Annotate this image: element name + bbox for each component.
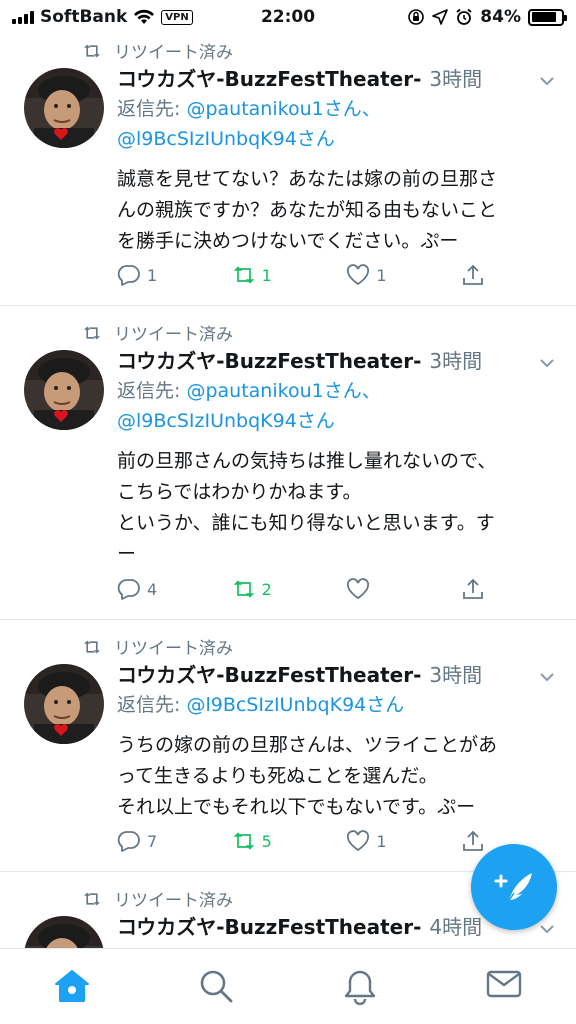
chevron-down-icon[interactable]	[538, 668, 556, 686]
reply-to: 返信先: @pautanikou1さん、 @l9BcSIzIUnbqK94さん	[117, 98, 381, 150]
like-button[interactable]	[346, 578, 446, 600]
share-icon	[463, 578, 483, 599]
reply-icon	[117, 831, 140, 852]
orientation-lock-icon	[408, 9, 425, 25]
share-button[interactable]	[461, 264, 487, 286]
reply-button[interactable]: 4	[117, 578, 217, 600]
reply-count: 1	[147, 265, 158, 285]
like-count: 1	[376, 265, 387, 285]
tab-home[interactable]	[47, 969, 97, 1009]
heart-icon	[347, 830, 370, 852]
retweeted-indicator: リツイート済み	[82, 886, 233, 911]
wifi-icon	[134, 9, 155, 24]
tweet-text: うちの嫁の前の旦那さんは、ツライことがあ って生きるよりも死ぬことを選んだ。 そ…	[117, 734, 498, 818]
battery-icon	[528, 8, 567, 26]
avatar[interactable]	[24, 350, 104, 430]
tweet-timestamp: 3時間	[429, 663, 483, 687]
retweeted-indicator: リツイート済み	[82, 320, 233, 345]
retweet-icon	[233, 266, 254, 284]
retweet-icon	[233, 580, 254, 598]
retweeted-indicator: リツイート済み	[82, 38, 233, 63]
retweet-small-icon	[84, 326, 100, 339]
retweet-button[interactable]: 5	[232, 830, 332, 852]
avatar[interactable]	[24, 916, 104, 948]
reply-count: 4	[147, 579, 158, 599]
reply-handle-link[interactable]: @l9BcSIzIUnbqK94さん	[117, 128, 335, 150]
author-name[interactable]: コウカズヤ-BuzzFestTheater-	[117, 64, 421, 94]
retweet-button[interactable]: 2	[232, 578, 332, 600]
author-name[interactable]: コウカズヤ-BuzzFestTheater-	[117, 912, 421, 942]
tweet-actions: 1 1 1	[117, 264, 487, 286]
reply-handle-link[interactable]: @l9BcSIzIUnbqK94さん	[117, 410, 335, 432]
reply-to: 返信先: @l9BcSIzIUnbqK94さん	[117, 694, 405, 716]
retweet-small-icon	[84, 640, 100, 653]
share-icon	[463, 830, 483, 851]
retweet-count: 2	[261, 579, 272, 599]
heart-icon	[347, 264, 370, 286]
reply-count: 7	[147, 831, 158, 851]
retweet-count: 1	[261, 265, 272, 285]
battery-percent: 84%	[480, 7, 521, 27]
vpn-badge: VPN	[161, 9, 193, 25]
reply-handle-link[interactable]: @l9BcSIzIUnbqK94さん	[186, 694, 404, 716]
bottom-tab-bar	[0, 948, 576, 1024]
retweet-small-icon	[84, 892, 100, 905]
retweet-button[interactable]: 1	[232, 264, 332, 286]
reply-icon	[117, 265, 140, 286]
retweet-icon	[233, 832, 254, 850]
reply-handle-link[interactable]: @pautanikou1さん、	[186, 380, 380, 402]
carrier-label: SoftBank	[40, 7, 128, 27]
tweet[interactable]: リツイート済み コウカズヤ-BuzzFestTheater- 3時間 返信先: …	[0, 620, 576, 872]
author-name[interactable]: コウカズヤ-BuzzFestTheater-	[117, 660, 421, 690]
timeline[interactable]: リツイート済み コウカズヤ-BuzzFestTheater- 3時間 返信先: …	[0, 34, 576, 948]
share-button[interactable]	[461, 578, 487, 600]
heart-icon	[347, 578, 370, 600]
compose-tweet-button[interactable]	[471, 844, 557, 930]
search-icon	[200, 970, 233, 1003]
reply-button[interactable]: 1	[117, 264, 217, 286]
reply-to: 返信先: @pautanikou1さん、 @l9BcSIzIUnbqK94さん	[117, 380, 381, 432]
tab-messages[interactable]	[479, 969, 529, 1009]
tweet-timestamp: 4時間	[429, 915, 483, 939]
bell-icon	[344, 970, 376, 1005]
author-name[interactable]: コウカズヤ-BuzzFestTheater-	[117, 346, 421, 376]
like-button[interactable]: 1	[346, 264, 446, 286]
reply-icon	[117, 579, 140, 600]
tweet[interactable]: リツイート済み コウカズヤ-BuzzFestTheater- 3時間 返信先: …	[0, 34, 576, 306]
chevron-down-icon[interactable]	[538, 354, 556, 372]
like-count: 1	[376, 831, 387, 851]
retweet-count: 5	[261, 831, 272, 851]
tweet-timestamp: 3時間	[429, 67, 483, 91]
status-bar: SoftBank VPN 22:00 84%	[0, 0, 576, 34]
signal-strength-icon	[12, 10, 34, 24]
reply-button[interactable]: 7	[117, 830, 217, 852]
reply-handle-link[interactable]: @pautanikou1さん、	[186, 98, 380, 120]
chevron-down-icon[interactable]	[538, 920, 556, 938]
chevron-down-icon[interactable]	[538, 72, 556, 90]
retweet-small-icon	[84, 44, 100, 57]
location-arrow-icon	[432, 9, 449, 25]
tweet-actions: 7 5 1	[117, 830, 487, 852]
tab-notifications[interactable]	[335, 969, 385, 1009]
share-button[interactable]	[461, 830, 487, 852]
avatar[interactable]	[24, 664, 104, 744]
tweet-actions: 4 2	[117, 578, 487, 600]
tweet-timestamp: 3時間	[429, 349, 483, 373]
tab-search[interactable]	[191, 969, 241, 1009]
tweet[interactable]: リツイート済み コウカズヤ-BuzzFestTheater- 3時間 返信先: …	[0, 306, 576, 620]
feather-plus-icon	[494, 873, 532, 906]
tweet-text: 前の旦那さんの気持ちは推し量れないので、 こちらではわかりかねます。 というか、…	[117, 450, 497, 565]
avatar[interactable]	[24, 68, 104, 148]
home-icon	[55, 970, 89, 1002]
share-icon	[463, 264, 483, 285]
alarm-icon	[456, 8, 472, 25]
envelope-icon	[486, 970, 522, 998]
like-button[interactable]: 1	[346, 830, 446, 852]
retweeted-indicator: リツイート済み	[82, 634, 233, 659]
tweet-text: 誠意を見せてない？あなたは嫁の前の旦那さ んの親族ですか？あなたが知る由もないこ…	[117, 168, 498, 252]
